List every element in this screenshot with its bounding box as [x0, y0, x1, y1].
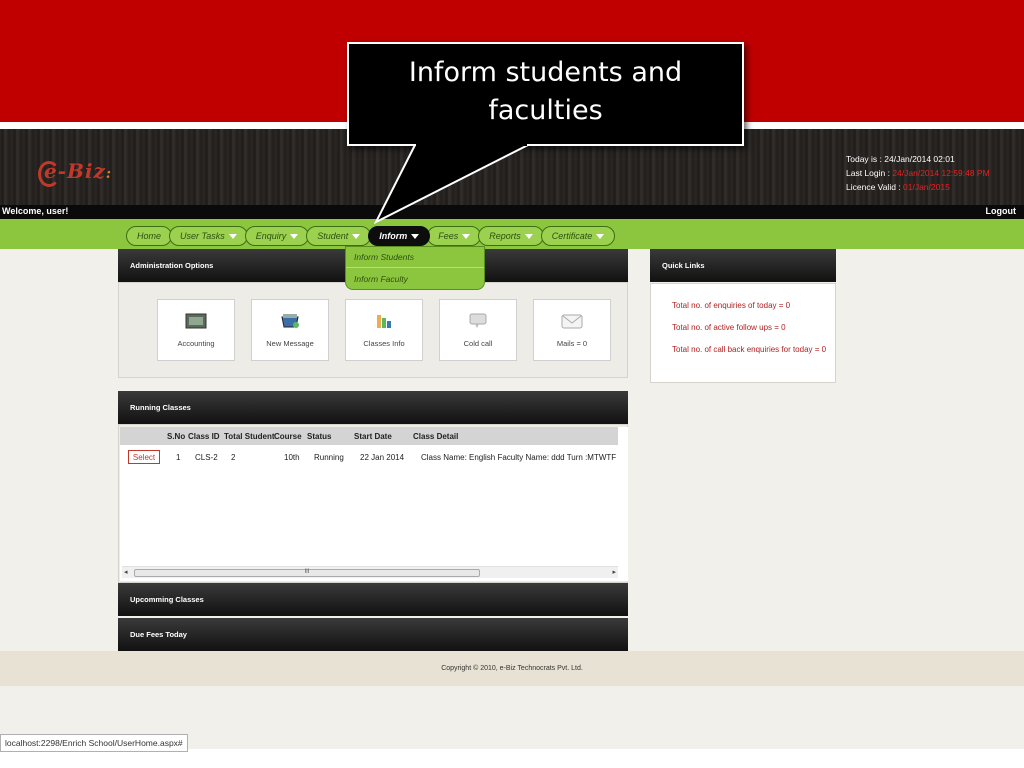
browser-viewport: e-Biz: Today is : 24/Jan/2014 02:01 Last…	[0, 129, 1024, 749]
cell-course: 10th	[284, 453, 300, 462]
chevron-down-icon	[595, 233, 605, 240]
nav-home[interactable]: Home	[126, 226, 173, 246]
licence-valid: Licence Valid : 01/Jan/2015	[846, 182, 950, 192]
chevron-down-icon	[351, 233, 361, 240]
chevron-down-icon	[524, 233, 533, 240]
scroll-thumb[interactable]: III	[134, 569, 480, 577]
nav-certificate[interactable]: Certificate	[540, 226, 616, 246]
menu-item-inform-faculty[interactable]: Inform Faculty	[346, 268, 484, 289]
tile-new-message[interactable]: New Message	[251, 299, 329, 361]
cell-sno: 1	[176, 453, 181, 462]
session-info: Today is : 24/Jan/2014 02:01 Last Login …	[846, 152, 990, 194]
cell-total: 2	[231, 453, 236, 462]
upcoming-classes-header[interactable]: Upcomming Classes	[118, 583, 628, 616]
horizontal-scrollbar[interactable]: ◂ III ▸	[122, 566, 618, 578]
quick-link-follow-ups[interactable]: Total no. of active follow ups = 0	[672, 322, 832, 334]
welcome-bar: Welcome, user! Logout	[0, 205, 1024, 219]
tile-accounting[interactable]: Accounting	[157, 299, 235, 361]
scroll-right-icon[interactable]: ▸	[612, 568, 616, 576]
running-classes-header: Running Classes	[118, 391, 628, 424]
cell-class-id: CLS-2	[195, 453, 218, 462]
nav-fees[interactable]: Fees	[427, 226, 482, 246]
callout-text: Inform students and faculties	[408, 57, 683, 126]
logo[interactable]: e-Biz:	[38, 159, 112, 187]
quick-link-call-backs[interactable]: Total no. of call back enquiries for tod…	[672, 344, 834, 356]
col-status: Status	[307, 432, 332, 441]
main-nav: Home User Tasks Enquiry Student Inform F…	[0, 219, 1024, 249]
tile-classes-info[interactable]: Classes Info	[345, 299, 423, 361]
cell-status: Running	[314, 453, 344, 462]
col-class-detail: Class Detail	[413, 432, 459, 441]
tile-label: Mails = 0	[556, 338, 588, 348]
status-url: localhost:2298/Enrich School/UserHome.as…	[5, 738, 183, 748]
logout-link[interactable]: Logout	[986, 206, 1017, 216]
select-button[interactable]: Select	[128, 450, 160, 464]
quick-link-enquiries[interactable]: Total no. of enquiries of today = 0	[672, 300, 832, 312]
copyright-text: Copyright © 2010, e-Biz Technocrats Pvt.…	[441, 665, 583, 672]
chevron-down-icon	[228, 233, 237, 240]
last-login: Last Login : 24/Jan/2014 12:59:48 PM	[846, 168, 990, 178]
col-course: Course	[274, 432, 302, 441]
col-total-student: Total Student	[224, 432, 275, 441]
grid-header-row: S.No Class ID Total Student Course Statu…	[120, 427, 618, 445]
due-fees-header[interactable]: Due Fees Today	[118, 618, 628, 651]
quick-links-panel: Total no. of enquiries of today = 0 Tota…	[650, 283, 836, 383]
inform-dropdown-menu: Inform Students Inform Faculty	[345, 246, 485, 290]
today-date: Today is : 24/Jan/2014 02:01	[846, 154, 955, 164]
browser-status-bar: localhost:2298/Enrich School/UserHome.as…	[0, 734, 188, 752]
welcome-text: Welcome, user!	[2, 206, 69, 216]
tile-label: Classes Info	[363, 338, 405, 348]
nav-inform[interactable]: Inform	[368, 226, 431, 246]
menu-item-inform-students[interactable]: Inform Students	[346, 247, 484, 268]
chevron-down-icon	[461, 233, 471, 240]
quick-links-header: Quick Links	[650, 249, 836, 282]
running-classes-grid: S.No Class ID Total Student Course Statu…	[120, 427, 628, 581]
col-sno: S.No	[167, 432, 186, 441]
tile-label: Cold call	[463, 338, 493, 348]
tile-cold-call[interactable]: Cold call	[439, 299, 517, 361]
logo-swirl-icon	[38, 161, 60, 187]
tile-mails[interactable]: Mails = 0	[533, 299, 611, 361]
footer: Copyright © 2010, e-Biz Technocrats Pvt.…	[0, 651, 1024, 686]
nav-reports[interactable]: Reports	[478, 226, 544, 246]
scroll-left-icon[interactable]: ◂	[124, 568, 128, 576]
mail-icon	[561, 314, 583, 328]
chevron-down-icon	[410, 233, 420, 240]
new-message-icon	[281, 313, 299, 328]
table-row: Select 1 CLS-2 2 10th Running 22 Jan 201…	[120, 449, 628, 469]
nav-enquiry[interactable]: Enquiry	[244, 226, 310, 246]
accounting-icon	[185, 313, 207, 328]
cold-call-icon	[469, 313, 487, 328]
tile-label: New Message	[266, 338, 314, 348]
callout-box: Inform students and faculties	[347, 42, 744, 146]
cell-start-date: 22 Jan 2014	[360, 453, 405, 462]
cell-class-detail: Class Name: English Faculty Name: ddd Tu…	[421, 453, 617, 462]
tile-label: Accounting	[177, 338, 215, 348]
classes-info-icon	[377, 314, 391, 328]
col-class-id: Class ID	[188, 432, 220, 441]
chevron-down-icon	[289, 233, 299, 240]
col-start-date: Start Date	[354, 432, 392, 441]
nav-user-tasks[interactable]: User Tasks	[169, 226, 248, 246]
nav-student[interactable]: Student	[306, 226, 372, 246]
